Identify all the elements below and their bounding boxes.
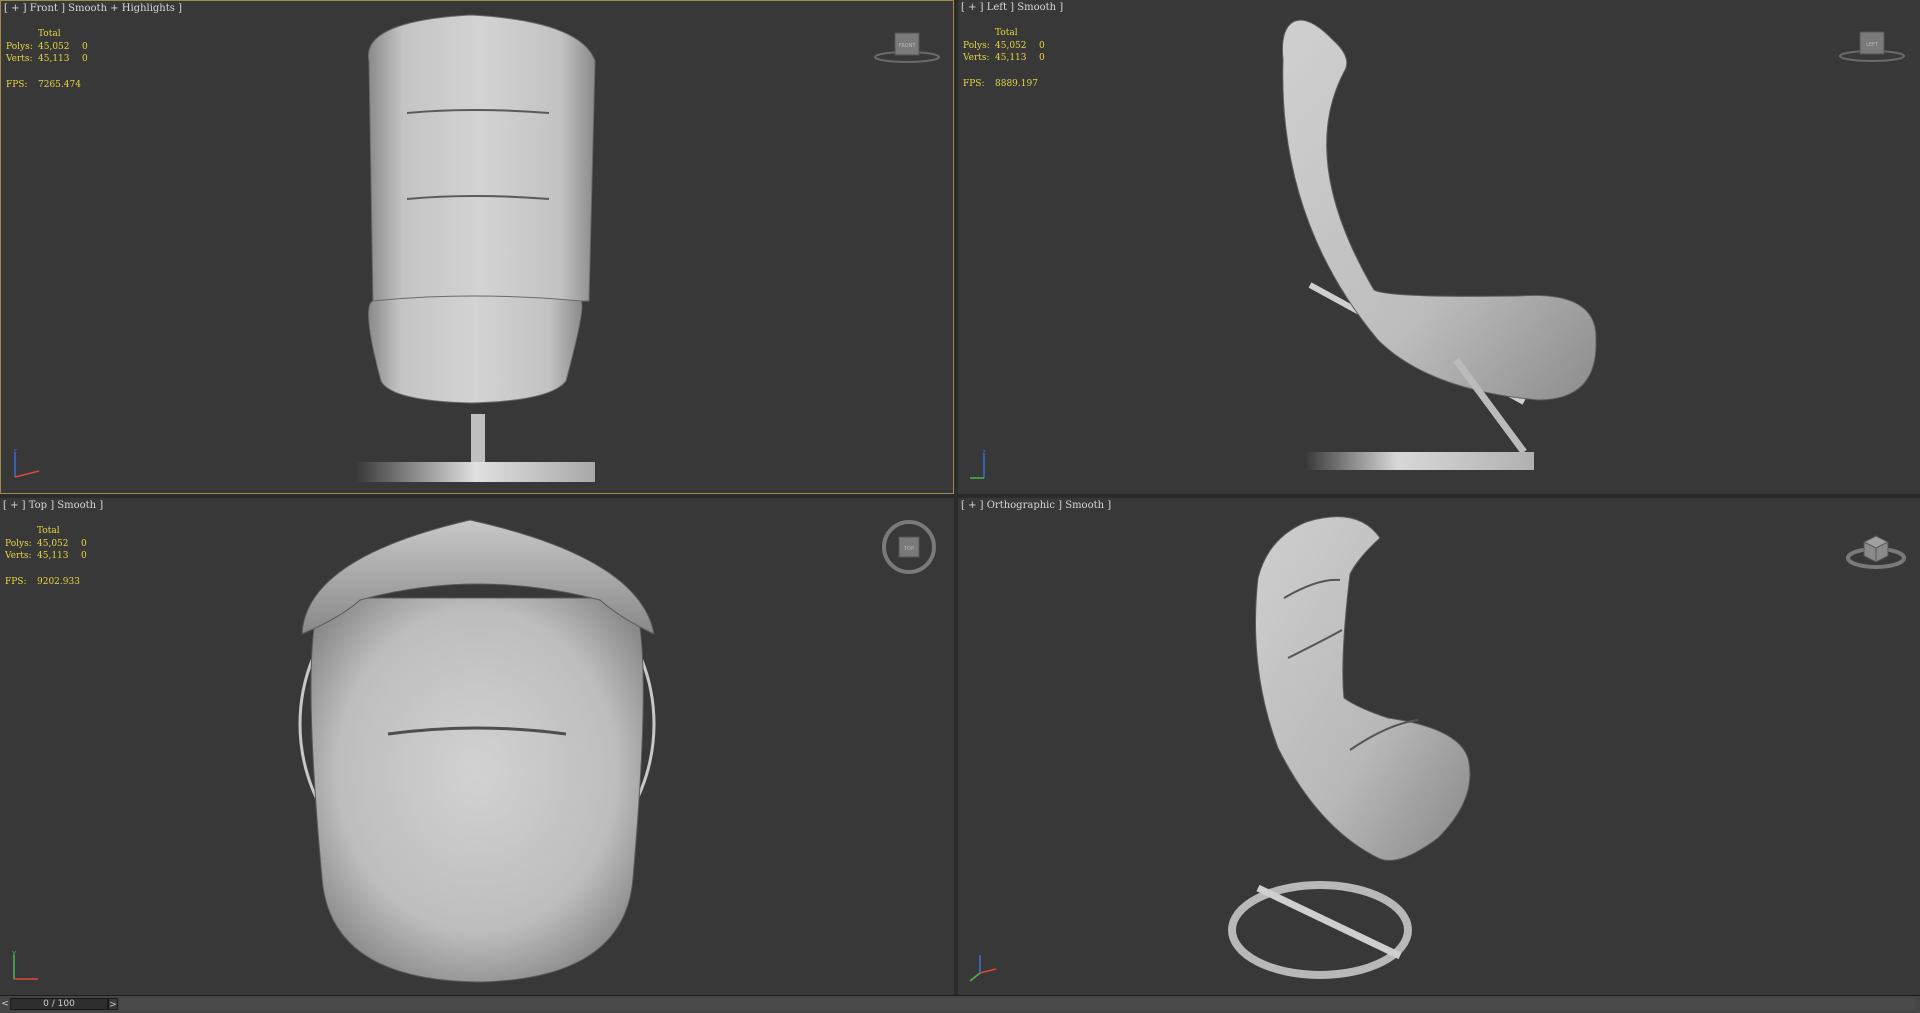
viewcube-label: TOP — [903, 546, 914, 552]
chair-shell — [1282, 19, 1597, 401]
verts-total: 45,113 — [37, 551, 69, 561]
svg-text:y: y — [12, 949, 16, 957]
polys-selected: 0 — [1039, 40, 1045, 51]
verts-total: 45,113 — [38, 54, 70, 64]
axis-tripod-icon — [969, 955, 997, 982]
viewcube-icon[interactable]: TOP — [880, 518, 938, 576]
verts-label: Verts: — [6, 54, 33, 64]
polys-label: Polys: — [5, 538, 32, 549]
viewcube-icon[interactable]: LEFT — [1838, 28, 1906, 64]
stats-overlay: Total Polys: 45,052 0 Verts: 45,113 0 FPS: 88… — [963, 27, 1045, 90]
polys-selected: 0 — [82, 41, 88, 52]
viewcube-label: FRONT — [898, 43, 916, 49]
chair-shell — [1255, 516, 1471, 861]
chair-back — [367, 14, 596, 302]
front-scene — [357, 14, 596, 482]
viewport-label[interactable]: [ + ] Top ] Smooth ] — [3, 500, 103, 511]
timeline-bar: < 0 / 100 > — [0, 995, 1920, 1013]
polys-total: 45,052 — [995, 40, 1027, 51]
viewport-orthographic[interactable]: [ + ] Orthographic ] Smooth ] — [958, 498, 1920, 995]
base-ring — [1228, 881, 1412, 979]
polys-label: Polys: — [963, 40, 990, 51]
next-frame-button[interactable]: > — [108, 998, 118, 1010]
fps-label: FPS: — [963, 78, 985, 89]
prev-frame-button[interactable]: < — [0, 998, 10, 1010]
polys-total: 45,052 — [38, 41, 70, 52]
verts-total: 45,113 — [995, 53, 1027, 63]
svg-text:z: z — [982, 448, 986, 456]
polys-selected: 0 — [81, 538, 87, 549]
fps-label: FPS: — [6, 79, 28, 90]
verts-label: Verts: — [963, 53, 990, 63]
viewcube-label: LEFT — [1866, 42, 1879, 48]
viewport-front[interactable]: [ + ] Front ] Smooth + Highlights ] Tota… — [0, 0, 954, 494]
time-slider[interactable]: 0 / 100 — [10, 998, 108, 1010]
stats-overlay: Total Polys: 45,052 0 Verts: 45,113 0 FPS: 92… — [5, 525, 87, 588]
verts-selected: 0 — [81, 551, 87, 561]
fps-label: FPS: — [5, 576, 27, 587]
left-scene — [1282, 19, 1597, 470]
timeline-track[interactable] — [120, 998, 1915, 1010]
chair-seat — [310, 597, 644, 983]
fps-value: 7265.474 — [38, 79, 81, 90]
svg-text:z: z — [13, 447, 17, 455]
viewport-label[interactable]: [ + ] Left ] Smooth ] — [961, 2, 1063, 13]
stats-header: Total — [995, 28, 1018, 38]
ortho-scene — [1228, 516, 1471, 979]
verts-label: Verts: — [5, 551, 32, 561]
verts-selected: 0 — [82, 54, 88, 64]
max-workspace: [ + ] Front ] Smooth + Highlights ] Tota… — [0, 0, 1920, 1013]
stats-header: Total — [38, 29, 61, 39]
polys-total: 45,052 — [37, 538, 69, 549]
axis-tripod-icon: y — [12, 949, 38, 980]
axis-tripod-icon: z — [970, 448, 986, 479]
viewcube-icon[interactable] — [1844, 522, 1908, 574]
viewport-label[interactable]: [ + ] Front ] Smooth + Highlights ] — [4, 3, 182, 14]
axis-tripod-icon: z — [13, 447, 40, 478]
top-scene — [298, 519, 656, 983]
viewcube-icon[interactable]: FRONT — [873, 29, 941, 65]
chair-base — [357, 462, 595, 482]
fps-value: 8889.197 — [995, 78, 1038, 89]
stats-header: Total — [37, 526, 60, 536]
viewport-label[interactable]: [ + ] Orthographic ] Smooth ] — [961, 500, 1111, 511]
verts-selected: 0 — [1039, 53, 1045, 63]
fps-value: 9202.933 — [37, 576, 80, 587]
viewport-top[interactable]: [ + ] Top ] Smooth ] Total Polys: 45,052 0… — [0, 498, 954, 995]
chair-seat — [368, 295, 583, 404]
stats-overlay: Total Polys: 45,052 0 Verts: 45,113 0 FPS: 72… — [6, 28, 88, 91]
chair-post — [471, 414, 485, 464]
viewport-left[interactable]: [ + ] Left ] Smooth ] Total Polys: 45,052… — [958, 0, 1920, 494]
chair-base — [1306, 452, 1534, 470]
polys-label: Polys: — [6, 41, 33, 52]
